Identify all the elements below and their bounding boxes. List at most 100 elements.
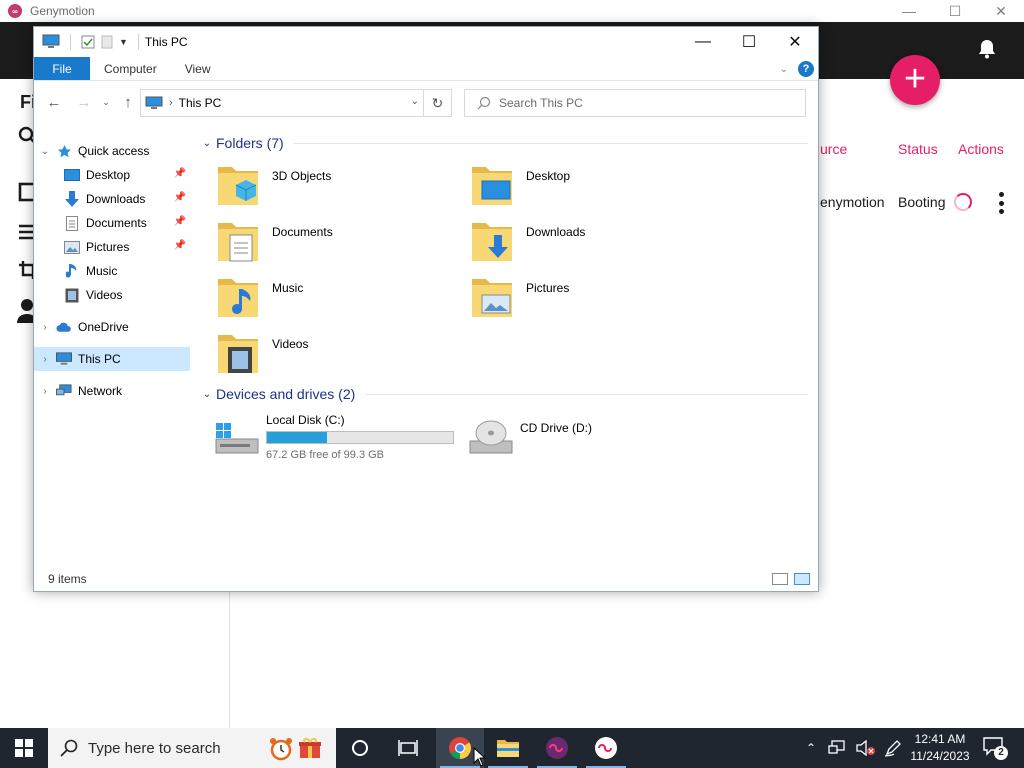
- column-header-source[interactable]: urce: [820, 141, 847, 157]
- search-box[interactable]: Search This PC: [464, 89, 806, 117]
- folder-desktop[interactable]: Desktop: [470, 161, 710, 213]
- tree-item-onedrive[interactable]: › OneDrive: [34, 315, 190, 339]
- breadcrumb-separator-icon[interactable]: ›: [169, 97, 173, 109]
- tree-item-label: Documents: [86, 216, 147, 230]
- expand-ribbon-chevron-icon[interactable]: ⌄: [780, 64, 788, 75]
- show-hidden-icons-chevron-icon[interactable]: ⌃: [806, 741, 816, 755]
- tree-item-this-pc[interactable]: › This PC: [34, 347, 190, 371]
- start-button[interactable]: [0, 728, 48, 768]
- clock-date: 11/24/2023: [910, 749, 970, 763]
- tree-item-label: OneDrive: [78, 320, 129, 334]
- this-pc-icon[interactable]: [42, 34, 60, 50]
- tab-file[interactable]: File: [34, 57, 90, 80]
- folder-pictures[interactable]: Pictures: [470, 273, 710, 325]
- address-history-dropdown-icon[interactable]: ⌄: [411, 96, 419, 107]
- explorer-minimize-button[interactable]: —: [680, 27, 726, 57]
- collapse-chevron-icon[interactable]: ⌄: [198, 138, 216, 149]
- folders-group-header[interactable]: ⌄ Folders (7): [198, 132, 808, 154]
- genymotion-maximize-button[interactable]: ☐: [932, 0, 978, 22]
- cloud-icon: [56, 319, 72, 335]
- genymotion-close-button[interactable]: ✕: [978, 0, 1024, 22]
- status-bar: 9 items: [34, 567, 818, 591]
- new-folder-icon[interactable]: [101, 35, 113, 49]
- tree-item-pictures[interactable]: Pictures 📌: [34, 235, 190, 259]
- tree-item-label: Pictures: [86, 240, 130, 254]
- drive-usage-fill: [267, 432, 328, 443]
- up-button[interactable]: ↑: [116, 90, 140, 114]
- tree-item-videos[interactable]: Videos: [34, 283, 190, 307]
- tree-item-documents[interactable]: Documents 📌: [34, 211, 190, 235]
- quick-access-toolbar-dropdown-icon[interactable]: ▼: [119, 37, 128, 47]
- tree-item-music[interactable]: Music: [34, 259, 190, 283]
- pictures-folder-icon: [472, 279, 512, 317]
- device-more-actions-button[interactable]: [998, 192, 1004, 214]
- properties-icon[interactable]: [81, 35, 95, 49]
- genymotion-player-taskbar-button[interactable]: [582, 728, 630, 768]
- forward-button[interactable]: →: [72, 90, 96, 114]
- folder-documents[interactable]: Documents: [216, 217, 456, 269]
- taskbar-search-box[interactable]: Type here to search: [48, 728, 336, 768]
- item-count: 9 items: [48, 572, 87, 586]
- column-header-status[interactable]: Status: [898, 141, 938, 157]
- 3d-objects-folder-icon: [218, 167, 258, 205]
- notifications-bell-icon[interactable]: [976, 38, 998, 60]
- folder-downloads[interactable]: Downloads: [470, 217, 710, 269]
- search-magnifier-icon: [477, 96, 491, 110]
- explorer-maximize-button[interactable]: ☐: [726, 27, 772, 57]
- help-icon[interactable]: ?: [798, 61, 814, 77]
- folder-label: Videos: [272, 337, 309, 351]
- folder-3d-objects[interactable]: 3D Objects: [216, 161, 456, 213]
- expand-chevron-icon[interactable]: ›: [34, 386, 56, 397]
- tab-view[interactable]: View: [171, 57, 225, 80]
- genymotion-minimize-button[interactable]: —: [886, 0, 932, 22]
- task-view-button[interactable]: [384, 728, 432, 768]
- explorer-window-title: This PC: [144, 35, 188, 49]
- device-source-cell: enymotion: [820, 194, 885, 210]
- tree-item-downloads[interactable]: Downloads 📌: [34, 187, 190, 211]
- add-device-button[interactable]: +: [890, 55, 940, 105]
- large-icons-view-button[interactable]: [794, 573, 810, 585]
- expand-chevron-icon[interactable]: ⌄: [34, 146, 56, 157]
- drives-group-header[interactable]: ⌄ Devices and drives (2): [198, 383, 808, 405]
- expand-chevron-icon[interactable]: ›: [34, 354, 56, 365]
- back-button[interactable]: ←: [42, 90, 66, 114]
- tree-item-network[interactable]: › Network: [34, 379, 190, 403]
- recent-locations-dropdown-icon[interactable]: ⌄: [98, 90, 114, 114]
- folder-music[interactable]: Music: [216, 273, 456, 325]
- action-center-button[interactable]: 2: [982, 736, 1008, 760]
- genymotion-taskbar-button[interactable]: [533, 728, 581, 768]
- tree-item-label: Quick access: [78, 144, 150, 158]
- this-pc-address-icon: [145, 96, 163, 109]
- drive-local-disk-c[interactable]: Local Disk (C:) 67.2 GB free of 99.3 GB: [214, 411, 464, 463]
- volume-muted-icon[interactable]: [856, 740, 876, 756]
- explorer-close-button[interactable]: ✕: [772, 27, 818, 57]
- drive-label: Local Disk (C:): [266, 413, 345, 427]
- documents-folder-icon: [218, 223, 258, 262]
- details-view-button[interactable]: [772, 573, 788, 585]
- alarm-clock-icon[interactable]: [268, 736, 294, 762]
- gift-icon[interactable]: [298, 736, 322, 760]
- column-header-actions: Actions: [958, 141, 1004, 157]
- refresh-button[interactable]: ↻: [423, 90, 451, 116]
- collapse-chevron-icon[interactable]: ⌄: [198, 389, 216, 400]
- drive-usage-bar: [266, 431, 454, 444]
- search-placeholder: Search This PC: [499, 96, 583, 110]
- folder-videos[interactable]: Videos: [216, 329, 456, 381]
- desktop-icon: [64, 167, 80, 183]
- network-tray-icon[interactable]: [828, 740, 846, 756]
- tree-item-quick-access[interactable]: ⌄ Quick access: [34, 139, 190, 163]
- pen-ink-icon[interactable]: [884, 739, 904, 757]
- breadcrumb-this-pc[interactable]: This PC: [179, 96, 222, 110]
- tree-item-desktop[interactable]: Desktop 📌: [34, 163, 190, 187]
- cortana-button[interactable]: [336, 728, 384, 768]
- videos-folder-icon: [218, 335, 258, 373]
- expand-chevron-icon[interactable]: ›: [34, 322, 56, 333]
- folder-label: Desktop: [526, 169, 571, 183]
- drive-cd-d[interactable]: CD Drive (D:): [468, 411, 718, 463]
- tab-computer[interactable]: Computer: [90, 57, 171, 80]
- mouse-cursor-icon: [473, 747, 485, 767]
- clock[interactable]: 12:41 AM 11/24/2023: [906, 731, 974, 765]
- file-explorer-taskbar-button[interactable]: [484, 728, 532, 768]
- address-bar[interactable]: › This PC ⌄ ↻: [140, 89, 452, 117]
- pin-icon: 📌: [173, 192, 186, 203]
